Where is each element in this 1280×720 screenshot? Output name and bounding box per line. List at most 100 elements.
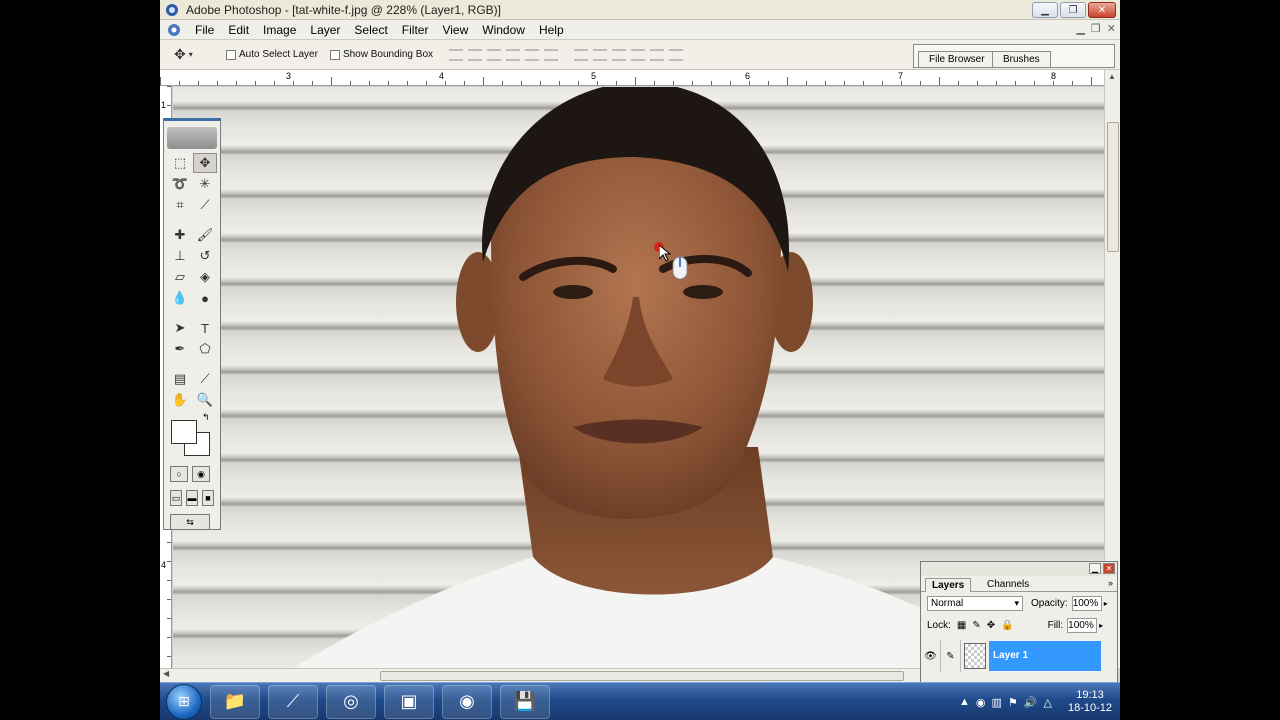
healing-brush-tool-icon[interactable]: ✚ — [168, 225, 192, 245]
menu-file[interactable]: File — [188, 20, 221, 40]
firefox-taskbar-icon[interactable]: ◎ — [326, 684, 376, 719]
start-button[interactable]: ⊞ — [166, 683, 202, 720]
distribute-vcenter-icon[interactable] — [593, 48, 608, 61]
align-right-icon[interactable] — [544, 48, 559, 61]
show-bounding-box-checkbox[interactable]: Show Bounding Box — [329, 49, 433, 60]
tray-app-icon[interactable]: ◉ — [976, 696, 986, 709]
close-button[interactable]: ✕ — [1088, 2, 1116, 18]
opacity-input[interactable]: 100% — [1071, 595, 1102, 611]
layer-row[interactable]: 👁 ✎ Layer 1 — [921, 640, 1117, 672]
dodge-tool-icon[interactable]: ● — [193, 288, 217, 308]
checkbox-box[interactable] — [226, 49, 236, 60]
type-tool-icon[interactable]: T — [193, 318, 217, 338]
align-vcenter-icon[interactable] — [468, 48, 483, 61]
fill-input[interactable]: 100% — [1067, 617, 1098, 633]
horizontal-scrollbar[interactable]: ◀ — [160, 668, 920, 682]
tab-channels[interactable]: Channels — [981, 578, 1035, 592]
clock[interactable]: 19:13 18-10-12 — [1068, 689, 1112, 715]
path-selection-tool-icon[interactable]: ➤ — [168, 318, 192, 338]
image-viewer-taskbar-icon[interactable]: ▣ — [384, 684, 434, 719]
flag-icon[interactable]: ⚑ — [1008, 696, 1018, 709]
palette-menu-icon[interactable]: » — [1108, 578, 1113, 588]
swap-colors-icon[interactable]: ↰ — [202, 412, 210, 423]
file-browser-tab[interactable]: File Browser — [918, 51, 996, 67]
notes-tool-icon[interactable]: ▤ — [168, 369, 192, 389]
history-brush-tool-icon[interactable]: ↺ — [193, 246, 217, 266]
menu-help[interactable]: Help — [532, 20, 571, 40]
tab-layers[interactable]: Layers — [925, 578, 972, 592]
lock-paint-icon[interactable]: ✎ — [972, 620, 980, 631]
palette-minimize-button[interactable]: ▁ — [1089, 563, 1101, 574]
distribute-hcenter-icon[interactable] — [650, 48, 665, 61]
blur-tool-icon[interactable]: 💧 — [168, 288, 192, 308]
eyedropper-tool-icon[interactable]: ⟋ — [193, 369, 217, 389]
menu-layer[interactable]: Layer — [303, 20, 347, 40]
explorer-taskbar-icon[interactable]: 📁 — [210, 684, 260, 719]
layer-name[interactable]: Layer 1 — [989, 641, 1101, 671]
screen-mode-full-button[interactable]: ■ — [202, 490, 214, 506]
lock-all-icon[interactable]: 🔒 — [1001, 620, 1013, 631]
align-hcenter-icon[interactable] — [525, 48, 540, 61]
doc-minimize-button[interactable]: ▁ — [1076, 22, 1084, 35]
lock-move-icon[interactable]: ✥ — [987, 620, 995, 631]
hand-tool-icon[interactable]: ✋ — [168, 390, 192, 410]
standard-mode-button[interactable]: ○ — [170, 466, 188, 482]
menu-select[interactable]: Select — [347, 20, 394, 40]
scroll-up-icon[interactable]: ▲ — [1108, 72, 1116, 81]
lock-transparency-icon[interactable]: ▦ — [957, 620, 966, 631]
magic-wand-tool-icon[interactable]: ✳ — [193, 174, 217, 194]
align-left-icon[interactable] — [506, 48, 521, 61]
menu-window[interactable]: Window — [475, 20, 532, 40]
doc-restore-button[interactable]: ❐ — [1091, 22, 1101, 35]
jump-to-imageready-button[interactable]: ⇆ — [170, 514, 210, 530]
opacity-arrow-icon[interactable]: ▸ — [1104, 599, 1108, 608]
align-top-icon[interactable] — [449, 48, 464, 61]
adobe-online-button[interactable] — [167, 127, 217, 149]
scroll-left-icon[interactable]: ◀ — [163, 669, 169, 678]
drive-icon[interactable]: △ — [1043, 696, 1051, 709]
menu-edit[interactable]: Edit — [221, 20, 256, 40]
minimize-button[interactable]: ▁ — [1032, 2, 1058, 18]
save-taskbar-icon[interactable]: 💾 — [500, 684, 550, 719]
fill-arrow-icon[interactable]: ▸ — [1099, 621, 1103, 630]
scrollbar-thumb[interactable] — [1107, 122, 1119, 252]
photoshop-taskbar-icon[interactable]: ◉ — [442, 684, 492, 719]
quick-mask-mode-button[interactable]: ◉ — [192, 466, 210, 482]
shape-tool-icon[interactable]: ⬠ — [193, 339, 217, 359]
move-tool-icon[interactable]: ✥ — [193, 153, 217, 173]
brush-tool-icon[interactable]: 🖌 — [193, 225, 217, 245]
slice-tool-icon[interactable]: ⟋ — [193, 195, 217, 215]
distribute-bottom-icon[interactable] — [612, 48, 627, 61]
network-icon[interactable]: ▥ — [992, 696, 1002, 709]
eraser-tool-icon[interactable]: ▱ — [168, 267, 192, 287]
doc-close-button[interactable]: ✕ — [1107, 22, 1116, 35]
distribute-left-icon[interactable] — [631, 48, 646, 61]
brushes-tab[interactable]: Brushes — [992, 51, 1051, 67]
palette-close-button[interactable]: ✕ — [1103, 563, 1115, 574]
distribute-right-icon[interactable] — [669, 48, 684, 61]
tool-preset-picker[interactable]: ✥ ▾ — [174, 44, 214, 66]
show-hidden-icons-icon[interactable]: ▲ — [959, 696, 970, 708]
brush-link-icon[interactable]: ✎ — [941, 640, 961, 672]
menu-image[interactable]: Image — [256, 20, 303, 40]
pen-tool-icon[interactable]: ✒ — [168, 339, 192, 359]
menu-filter[interactable]: Filter — [395, 20, 436, 40]
marquee-tool-icon[interactable]: ⬚ — [168, 153, 192, 173]
checkbox-box[interactable] — [329, 49, 340, 60]
foreground-color-swatch[interactable] — [171, 420, 197, 444]
clone-stamp-tool-icon[interactable]: ⊥ — [168, 246, 192, 266]
screen-mode-full-menu-button[interactable]: ▬ — [186, 490, 198, 506]
auto-select-layer-checkbox[interactable]: Auto Select Layer — [226, 49, 318, 60]
maximize-button[interactable]: ❐ — [1060, 2, 1086, 18]
app-taskbar-icon[interactable]: ⟋ — [268, 684, 318, 719]
scrollbar-thumb[interactable] — [380, 671, 904, 681]
menu-view[interactable]: View — [435, 20, 475, 40]
blend-mode-select[interactable]: Normal — [927, 595, 1023, 611]
align-bottom-icon[interactable] — [487, 48, 502, 61]
crop-tool-icon[interactable]: ⌗ — [168, 195, 192, 215]
paint-bucket-tool-icon[interactable]: ◈ — [193, 267, 217, 287]
distribute-top-icon[interactable] — [574, 48, 589, 61]
eye-icon[interactable]: 👁 — [921, 640, 941, 672]
volume-icon[interactable]: 🔊 — [1024, 696, 1038, 709]
zoom-tool-icon[interactable]: 🔍 — [193, 390, 217, 410]
